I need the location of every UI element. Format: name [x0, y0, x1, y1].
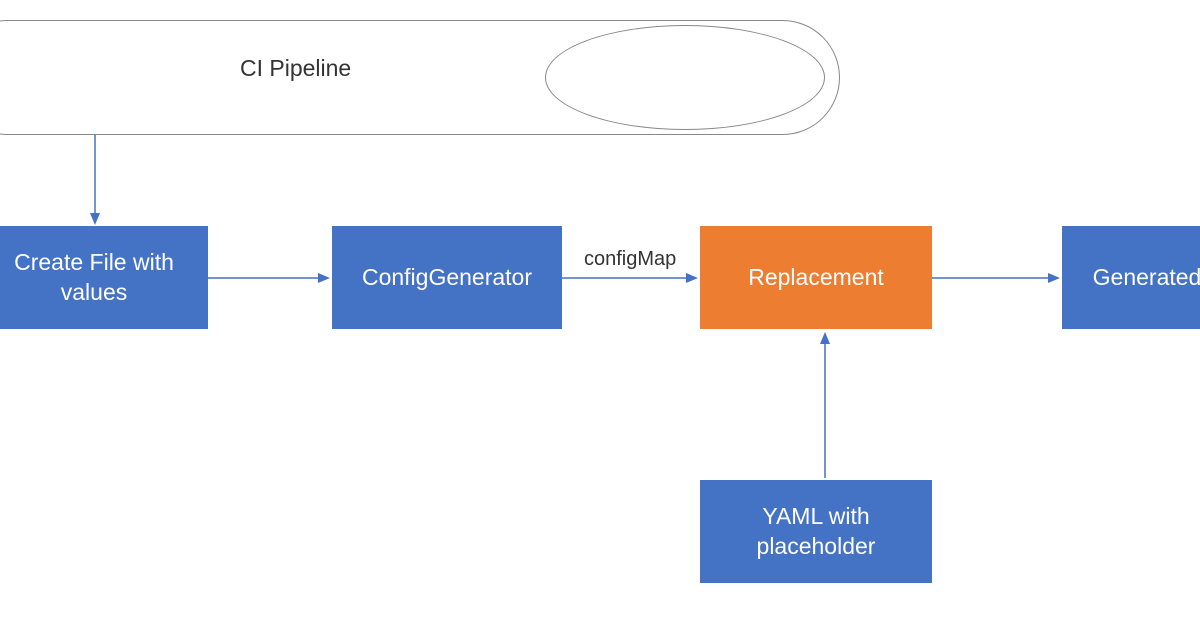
node-generated: Generated — [1062, 226, 1200, 329]
ci-pipeline-inner-ellipse — [545, 25, 825, 130]
node-config-generator: ConfigGenerator — [332, 226, 562, 329]
ci-pipeline-label: CI Pipeline — [240, 55, 351, 82]
node-config-generator-label: ConfigGenerator — [362, 263, 532, 293]
edge-label-configmap: configMap — [584, 248, 676, 271]
node-yaml-placeholder: YAML with placeholder — [700, 480, 932, 583]
node-create-file-label: Create File with values — [0, 248, 200, 308]
node-create-file: Create File with values — [0, 226, 208, 329]
node-generated-label: Generated — [1093, 263, 1200, 293]
node-replacement-label: Replacement — [748, 263, 884, 293]
node-yaml-placeholder-label: YAML with placeholder — [708, 502, 924, 562]
node-replacement: Replacement — [700, 226, 932, 329]
